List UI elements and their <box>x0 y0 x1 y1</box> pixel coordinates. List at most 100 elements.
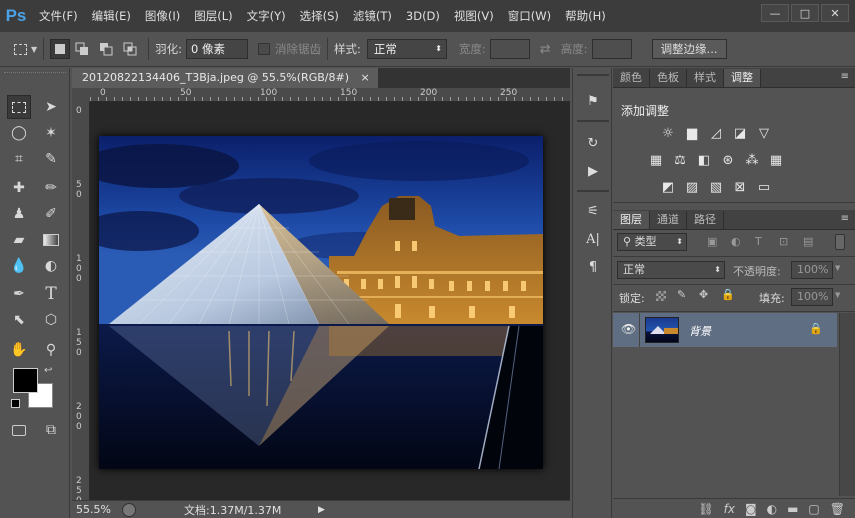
close-tab-icon[interactable]: × <box>360 71 369 84</box>
menu-help[interactable]: 帮助(H) <box>558 0 613 32</box>
lock-all-icon[interactable]: 🔒 <box>721 288 735 301</box>
invert-icon[interactable]: ◩ <box>659 179 677 195</box>
layer-style-icon[interactable]: fx <box>724 502 735 516</box>
dodge-tool[interactable]: ◐ <box>39 254 63 278</box>
selection-mode-intersect[interactable] <box>118 39 142 59</box>
panel-menu-icon[interactable]: ≡ <box>841 213 849 224</box>
paragraph-panel-icon[interactable]: ¶ <box>581 256 605 278</box>
lock-transparent-icon[interactable] <box>656 291 666 301</box>
gradient-tool[interactable] <box>39 228 63 252</box>
threshold-icon[interactable]: ▧ <box>707 179 725 195</box>
actions-panel-icon[interactable]: ↻ <box>581 132 605 154</box>
crop-tool[interactable]: ⌗ <box>7 147 31 171</box>
play-panel-icon[interactable]: ▶ <box>581 160 605 182</box>
default-colors-icon[interactable] <box>11 399 20 408</box>
close-button[interactable]: ✕ <box>821 4 849 22</box>
zoom-level[interactable]: 55.5% <box>76 503 122 516</box>
width-input[interactable] <box>489 39 530 59</box>
foreground-color[interactable] <box>13 368 38 393</box>
minimize-button[interactable]: — <box>761 4 789 22</box>
color-lookup-icon[interactable]: ▦ <box>767 152 785 168</box>
layer-filter-select[interactable]: ⚲ 类型 ⬍ <box>617 233 687 251</box>
fill-slider-arrow-icon[interactable]: ▼ <box>835 291 840 299</box>
filter-type-icon[interactable]: T <box>755 235 762 248</box>
menu-type[interactable]: 文字(Y) <box>240 0 293 32</box>
document-image[interactable] <box>99 136 543 469</box>
curves-icon[interactable]: ◿ <box>707 125 725 141</box>
tab-paths[interactable]: 路径 <box>687 211 724 229</box>
history-brush-tool[interactable]: ✐ <box>39 202 63 226</box>
black-white-icon[interactable]: ◧ <box>695 152 713 168</box>
swap-icon[interactable]: ⇄ <box>540 42 551 57</box>
layers-scrollbar[interactable] <box>839 313 855 496</box>
layer-row[interactable]: 👁 背景 🔒 <box>613 313 837 347</box>
rect-marquee-tool[interactable] <box>7 95 31 119</box>
antialias-checkbox[interactable] <box>258 43 271 55</box>
style-select[interactable]: 正常 ⬍ <box>366 39 447 59</box>
ruler-origin[interactable] <box>72 88 90 102</box>
gradient-map-icon[interactable]: ▭ <box>755 179 773 195</box>
document-tab[interactable]: 20120822134406_T3Bja.jpeg @ 55.5%(RGB/8#… <box>72 68 379 88</box>
status-info-icon[interactable] <box>122 502 136 517</box>
vertical-ruler[interactable]: 0 5 0 1 0 0 1 5 0 2 0 0 2 5 0 <box>72 102 90 506</box>
blur-tool[interactable]: 💧 <box>7 254 31 278</box>
horizontal-ruler[interactable]: 0 50 100 150 200 250 <box>90 88 570 102</box>
character-panel-icon[interactable]: A| <box>581 228 605 250</box>
clone-stamp-tool[interactable]: ♟ <box>7 202 31 226</box>
menu-3d[interactable]: 3D(D) <box>399 0 447 32</box>
lock-pixels-icon[interactable]: ✎ <box>677 288 686 301</box>
eye-icon[interactable]: 👁 <box>621 322 636 336</box>
posterize-icon[interactable]: ▨ <box>683 179 701 195</box>
menu-image[interactable]: 图像(I) <box>138 0 187 32</box>
eraser-tool[interactable]: ▰ <box>7 228 31 252</box>
opacity-slider-arrow-icon[interactable]: ▼ <box>835 264 840 272</box>
vibrance-icon[interactable]: ▽ <box>755 125 773 141</box>
panel-menu-icon[interactable]: ≡ <box>841 71 849 82</box>
new-layer-icon[interactable]: ▢ <box>808 502 819 516</box>
tab-swatches[interactable]: 色板 <box>650 69 687 87</box>
selection-mode-subtract[interactable] <box>94 39 118 59</box>
fill-input[interactable]: 100% <box>791 288 833 306</box>
feather-input[interactable]: 0 像素 <box>186 39 249 59</box>
filter-toggle[interactable] <box>835 234 845 250</box>
filter-shape-icon[interactable]: ⊡ <box>779 235 788 248</box>
link-layers-icon[interactable]: ⛓ <box>698 502 713 516</box>
brush-presets-icon[interactable]: ⚟ <box>581 200 605 222</box>
selection-mode-new[interactable] <box>50 39 71 59</box>
swap-colors-icon[interactable]: ↩ <box>44 365 52 376</box>
menu-layer[interactable]: 图层(L) <box>187 0 239 32</box>
hand-tool[interactable]: ✋ <box>7 338 31 362</box>
healing-brush-tool[interactable]: ✚ <box>7 176 31 200</box>
add-mask-icon[interactable]: ◙ <box>745 502 757 516</box>
eyedropper-tool[interactable]: ✎ <box>39 147 63 171</box>
menu-file[interactable]: 文件(F) <box>32 0 85 32</box>
exposure-icon[interactable]: ◪ <box>731 125 749 141</box>
filter-smart-icon[interactable]: ▤ <box>803 235 813 248</box>
hue-saturation-icon[interactable]: ▦ <box>647 152 665 168</box>
layer-name[interactable]: 背景 <box>689 323 711 339</box>
lasso-tool[interactable]: ◯ <box>7 121 31 145</box>
channel-mixer-icon[interactable]: ⁂ <box>743 152 761 168</box>
screen-mode-tool[interactable]: ⧉ <box>39 418 63 442</box>
menu-select[interactable]: 选择(S) <box>293 0 346 32</box>
status-menu-arrow-icon[interactable]: ▶ <box>318 505 325 515</box>
menu-edit[interactable]: 编辑(E) <box>85 0 138 32</box>
color-balance-icon[interactable]: ⚖ <box>671 152 689 168</box>
marquee-preset-picker[interactable]: ▼ <box>14 43 37 55</box>
pen-tool[interactable]: ✒ <box>7 282 31 306</box>
move-tool[interactable]: ➤ <box>39 95 63 119</box>
lock-position-icon[interactable]: ✥ <box>699 288 708 301</box>
filter-pixel-icon[interactable]: ▣ <box>707 235 717 248</box>
delete-layer-icon[interactable]: 🗑 <box>830 502 845 516</box>
quick-mask-tool[interactable] <box>7 418 31 442</box>
path-selection-tool[interactable]: ⬉ <box>7 308 31 332</box>
magic-wand-tool[interactable]: ✶ <box>39 121 63 145</box>
restore-button[interactable]: □ <box>791 4 819 22</box>
selection-mode-add[interactable] <box>70 39 94 59</box>
menu-window[interactable]: 窗口(W) <box>501 0 558 32</box>
selective-color-icon[interactable]: ⊠ <box>731 179 749 195</box>
brightness-icon[interactable]: ☼ <box>659 125 677 141</box>
tab-layers[interactable]: 图层 <box>613 211 650 229</box>
new-adjustment-layer-icon[interactable]: ◐ <box>767 502 777 516</box>
type-tool[interactable]: T <box>39 282 63 306</box>
